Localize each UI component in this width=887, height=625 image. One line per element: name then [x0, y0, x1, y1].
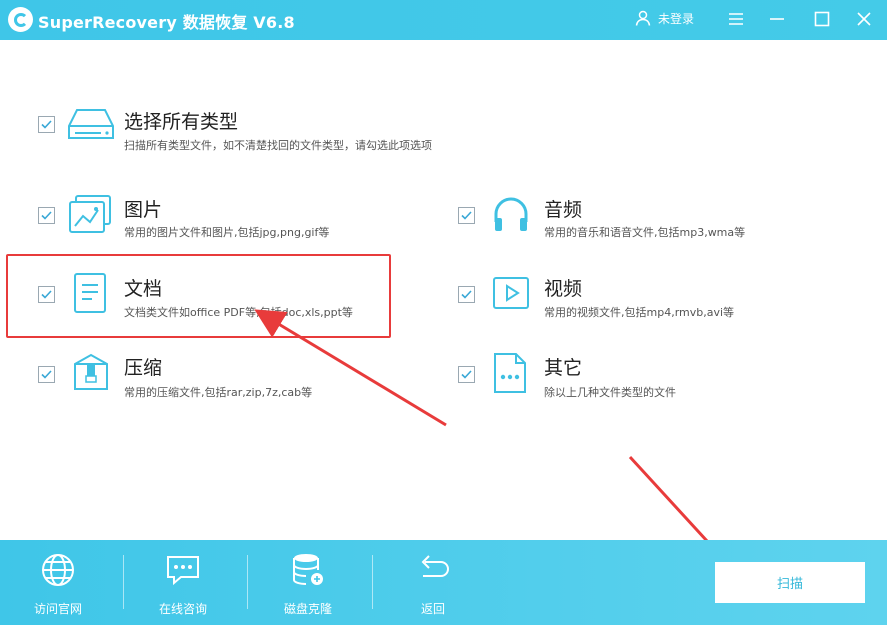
close-icon — [857, 12, 871, 26]
option-desc: 扫描所有类型文件，如不清楚找回的文件类型，请勾选此项选项 — [124, 139, 432, 152]
file-more-icon — [494, 353, 526, 393]
option-title: 压缩 — [124, 357, 163, 379]
return-icon — [421, 555, 449, 577]
checkbox-audio[interactable] — [458, 207, 475, 224]
divider — [247, 555, 248, 609]
user-status-label: 未登录 — [658, 11, 695, 26]
checkbox-image[interactable] — [38, 207, 55, 224]
checkbox-archive[interactable] — [38, 366, 55, 383]
login-button[interactable]: 未登录 — [634, 9, 694, 27]
back-label: 返回 — [420, 602, 445, 616]
option-title: 视频 — [544, 278, 583, 300]
play-icon — [493, 277, 529, 309]
website-button[interactable]: 访问官网 — [3, 552, 113, 617]
highlight-box — [6, 254, 391, 338]
maximize-icon — [814, 11, 830, 27]
consult-label: 在线咨询 — [158, 602, 207, 616]
divider — [372, 555, 373, 609]
option-desc: 常用的音乐和语音文件,包括mp3,wma等 — [544, 226, 746, 239]
app-logo-icon — [8, 7, 33, 32]
checkbox-video[interactable] — [458, 286, 475, 303]
headphones-icon — [494, 197, 528, 231]
option-desc: 常用的视频文件,包括mp4,rmvb,avi等 — [544, 306, 735, 319]
drive-icon — [68, 109, 114, 139]
image-icon — [69, 195, 111, 233]
app-title: SuperRecovery 数据恢复 V6.8 — [38, 13, 295, 32]
check-icon — [41, 120, 52, 129]
check-icon — [461, 211, 472, 220]
archive-icon — [74, 353, 108, 390]
menu-icon — [729, 13, 743, 25]
minimize-icon — [770, 18, 784, 20]
bottom-bar: 访问官网 在线咨询 磁盘克隆 返回 扫描 — [0, 540, 887, 625]
check-icon — [461, 290, 472, 299]
user-icon — [635, 10, 651, 26]
minimize-button[interactable] — [766, 8, 788, 30]
check-icon — [41, 211, 52, 220]
disk-clone-button[interactable]: 磁盘克隆 — [253, 552, 363, 617]
option-desc: 常用的图片文件和图片,包括jpg,png,gif等 — [124, 226, 330, 239]
check-icon — [461, 370, 472, 379]
maximize-button[interactable] — [811, 8, 833, 30]
option-desc: 常用的压缩文件,包括rar,zip,7z,cab等 — [124, 386, 313, 399]
option-title: 选择所有类型 — [124, 111, 239, 133]
disk-clone-label: 磁盘克隆 — [283, 602, 332, 616]
consult-button[interactable]: 在线咨询 — [128, 552, 238, 617]
globe-icon — [42, 554, 74, 586]
option-title: 音频 — [544, 199, 583, 221]
checkbox-other[interactable] — [458, 366, 475, 383]
menu-button[interactable] — [725, 8, 747, 30]
website-label: 访问官网 — [33, 602, 82, 616]
scan-button[interactable]: 扫描 — [715, 562, 865, 603]
check-icon — [41, 370, 52, 379]
checkbox-all-types[interactable] — [38, 116, 55, 133]
database-icon — [293, 554, 323, 585]
title-bar: SuperRecovery 数据恢复 V6.8 未登录 — [0, 0, 887, 40]
option-desc: 除以上几种文件类型的文件 — [544, 386, 676, 399]
divider — [123, 555, 124, 609]
option-title: 图片 — [124, 199, 163, 221]
chat-icon — [167, 556, 199, 586]
option-title: 其它 — [544, 357, 583, 379]
close-button[interactable] — [853, 8, 875, 30]
back-button[interactable]: 返回 — [378, 552, 488, 617]
